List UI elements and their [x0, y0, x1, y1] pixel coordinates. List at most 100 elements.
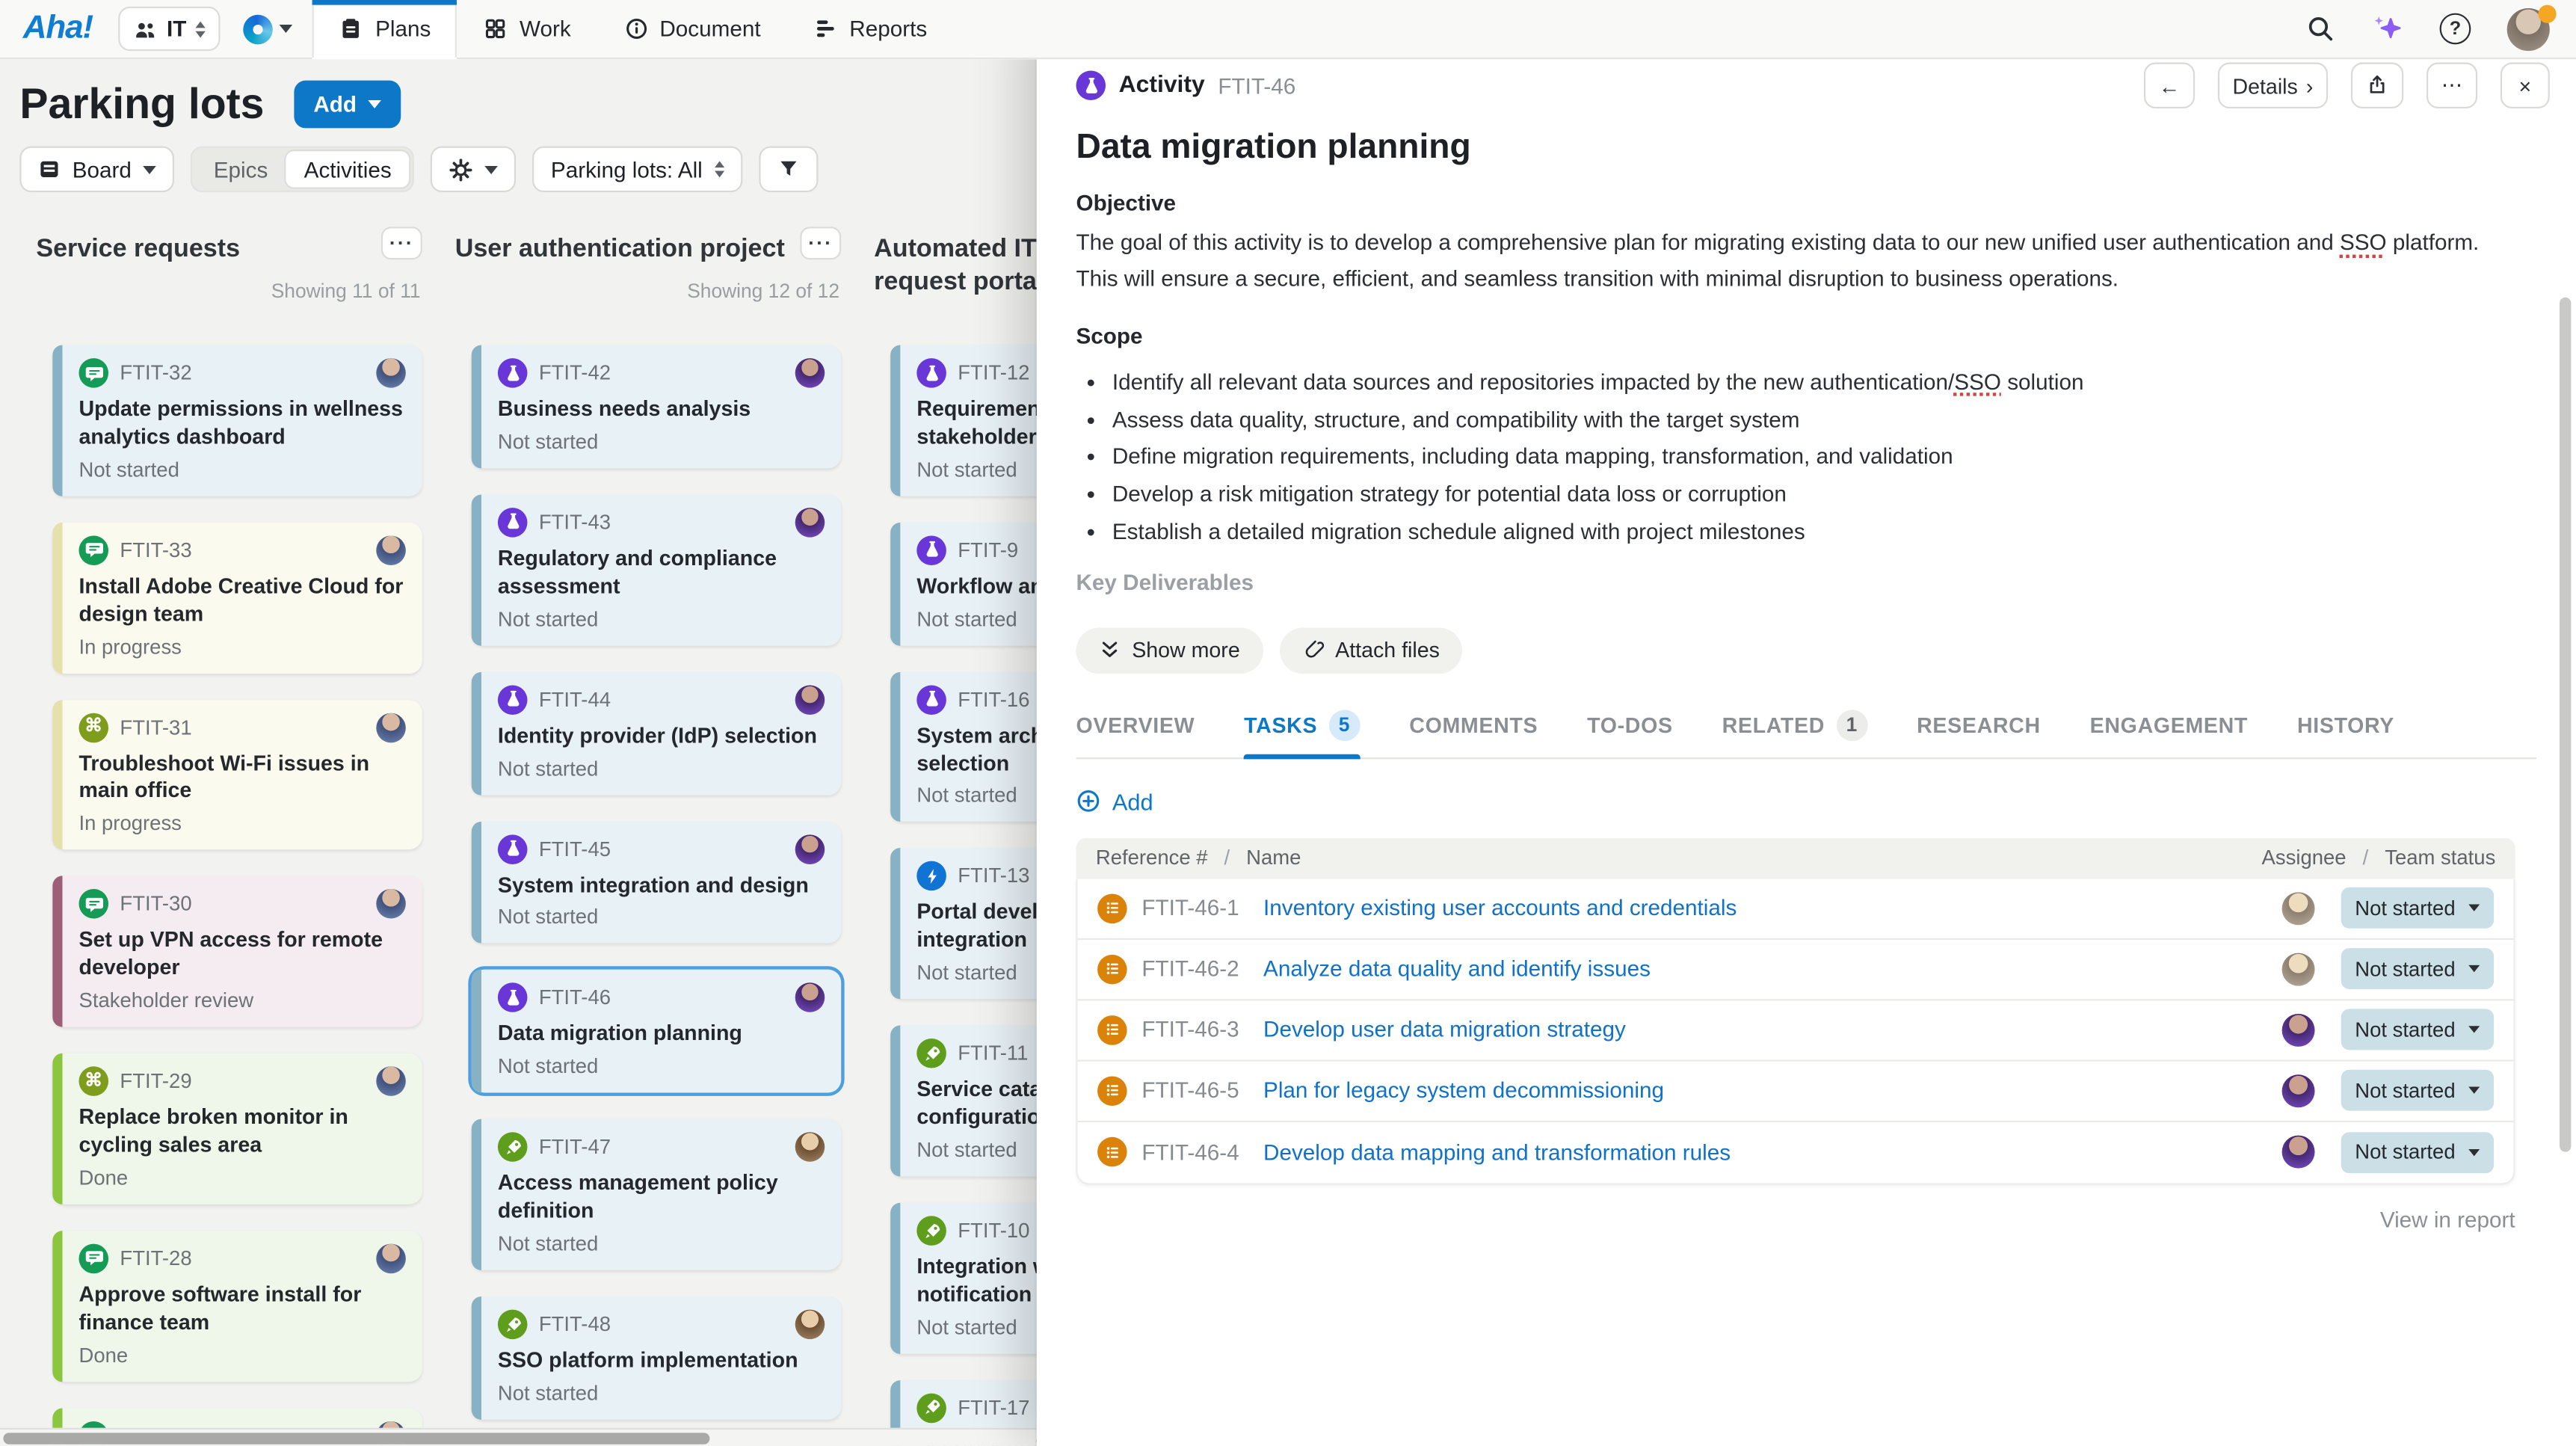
board-card[interactable]: ⌘ FTIT-31 Troubleshoot Wi-Fi issues in m…	[52, 699, 422, 850]
board-card[interactable]: ⌘ FTIT-32 Update permissions in wellness…	[52, 345, 422, 496]
board-icon	[38, 158, 61, 181]
team-status-dropdown[interactable]: Not started	[2341, 1070, 2494, 1111]
board-card[interactable]: ⌘ FTIT-47 Access management policy defin…	[472, 1119, 841, 1270]
scope-item: Identify all relevant data sources and r…	[1112, 368, 2536, 397]
drawer-tab[interactable]: TO-DOS	[1587, 710, 1673, 757]
notification-dot	[2538, 4, 2556, 22]
team-status-dropdown[interactable]: Not started	[2341, 1009, 2494, 1050]
task-row[interactable]: FTIT-46-1 Inventory existing user accoun…	[1078, 879, 2514, 939]
drawer-tab[interactable]: TASKS 5	[1244, 710, 1360, 757]
board-card[interactable]: ⌘ FTIT-42 Business needs analysis Not st…	[472, 345, 841, 469]
column-more-button[interactable]: ···	[800, 227, 841, 259]
workspace-selector[interactable]: IT	[119, 7, 221, 51]
task-ref: FTIT-46-5	[1141, 1078, 1263, 1103]
card-status: Done	[78, 1166, 405, 1190]
card-status: Not started	[498, 757, 825, 780]
search-icon[interactable]	[2307, 15, 2335, 43]
task-row[interactable]: FTIT-46-2 Analyze data quality and ident…	[1078, 940, 2514, 1000]
board-card[interactable]: ⌘ FTIT-45 System integration and design …	[472, 821, 841, 944]
back-button[interactable]: ←	[2144, 63, 2195, 109]
product-switcher[interactable]	[244, 14, 293, 44]
horizontal-scrollbar[interactable]	[0, 1428, 1037, 1446]
board-card[interactable]: ⌘ FTIT-44 Identity provider (IdP) select…	[472, 671, 841, 795]
task-name-link[interactable]: Develop user data migration strategy	[1263, 1018, 1626, 1042]
team-status-dropdown[interactable]: Not started	[2341, 949, 2494, 990]
filter-button[interactable]	[758, 147, 817, 193]
record-type-icon: ⌘	[498, 1310, 528, 1340]
drawer-tab[interactable]: OVERVIEW	[1076, 710, 1195, 757]
record-type-icon: ⌘	[498, 834, 528, 864]
record-ref: FTIT-46	[1218, 73, 1295, 98]
chevron-down-icon	[2468, 1027, 2479, 1033]
record-type-icon: ⌘	[916, 685, 946, 715]
avatar	[376, 1243, 406, 1273]
nav-tab-work[interactable]: Work	[457, 0, 597, 58]
activity-type-icon	[1076, 71, 1106, 101]
avatar	[376, 890, 406, 920]
column-more-button[interactable]: ···	[381, 227, 422, 259]
ai-sparkle-icon[interactable]	[2370, 12, 2403, 45]
add-button[interactable]: Add	[294, 81, 401, 129]
attach-files-button[interactable]: Attach files	[1279, 627, 1462, 674]
more-options-button[interactable]: ⋯	[2426, 63, 2477, 109]
drawer-tab[interactable]: RELATED 1	[1722, 710, 1868, 757]
scrollbar-thumb[interactable]	[3, 1433, 709, 1444]
board-card[interactable]: ⌘ FTIT-48 SSO platform implementation No…	[472, 1296, 841, 1420]
drawer-scrollbar-thumb[interactable]	[2560, 298, 2571, 1152]
parking-lots-filter-select[interactable]: Parking lots: All	[533, 147, 742, 193]
task-name-link[interactable]: Analyze data quality and identify issues	[1263, 957, 1651, 982]
task-row[interactable]: FTIT-46-3 Develop user data migration st…	[1078, 1000, 2514, 1061]
record-type-icon: ⌘	[916, 535, 946, 565]
card-title: Business needs analysis	[498, 396, 825, 424]
drawer-tab[interactable]: ENGAGEMENT	[2090, 710, 2248, 757]
card-title: Replace broken monitor in cycling sales …	[78, 1104, 405, 1160]
board-view-button[interactable]: Board	[19, 147, 174, 193]
record-type-icon: ⌘	[78, 358, 108, 388]
column-title: User authentication project	[455, 200, 843, 266]
card-title: Identity provider (IdP) selection	[498, 722, 825, 750]
drawer-tab[interactable]: COMMENTS	[1409, 710, 1538, 757]
card-status: Not started	[498, 906, 825, 929]
show-more-button[interactable]: Show more	[1076, 627, 1263, 674]
close-button[interactable]: ×	[2500, 63, 2550, 109]
settings-button[interactable]	[431, 147, 516, 193]
nav-tab-plans[interactable]: Plans	[313, 0, 457, 59]
gear-icon	[449, 157, 474, 182]
board-card[interactable]: ⌘ FTIT-28 Approve software install for f…	[52, 1231, 422, 1382]
board-card[interactable]: ⌘ FTIT-29 Replace broken monitor in cycl…	[52, 1053, 422, 1205]
view-in-report-link[interactable]: View in report	[1076, 1207, 2515, 1232]
share-button[interactable]	[2351, 63, 2403, 109]
assignee-avatar	[2282, 953, 2315, 985]
nav-tabs: Plans Work Document Reports	[313, 0, 954, 58]
team-status-dropdown[interactable]: Not started	[2341, 1132, 2494, 1173]
board-card[interactable]: ⌘ FTIT-43 Regulatory and compliance asse…	[472, 494, 841, 645]
workspace-label: IT	[167, 16, 186, 41]
board-card[interactable]: ⌘ FTIT-33 Install Adobe Creative Cloud f…	[52, 522, 422, 673]
toggle-activities[interactable]: Activities	[286, 151, 410, 187]
task-row[interactable]: FTIT-46-4 Develop data mapping and trans…	[1078, 1122, 2514, 1183]
user-avatar[interactable]	[2507, 7, 2550, 50]
task-ref: FTIT-46-1	[1141, 896, 1263, 920]
drawer-tab[interactable]: HISTORY	[2297, 710, 2394, 757]
task-name-link[interactable]: Develop data mapping and transformation …	[1263, 1140, 1731, 1165]
add-task-label: Add	[1112, 788, 1153, 814]
scope-item: Define migration requirements, including…	[1112, 443, 2536, 472]
toggle-epics[interactable]: Epics	[196, 151, 286, 187]
board-card[interactable]: ⌘ FTIT-30 Set up VPN access for remote d…	[52, 876, 422, 1027]
nav-tab-document[interactable]: Document	[597, 0, 787, 58]
drawer-tab[interactable]: RESEARCH	[1917, 710, 2041, 757]
task-name-link[interactable]: Plan for legacy system decommissioning	[1263, 1078, 1664, 1103]
board-card[interactable]: ⌘ FTIT-46 Data migration planning Not st…	[472, 970, 841, 1094]
task-name-link[interactable]: Inventory existing user accounts and cre…	[1263, 896, 1737, 920]
people-icon	[134, 17, 157, 40]
avatar	[795, 834, 825, 864]
add-task-button[interactable]: Add	[1076, 788, 1191, 814]
task-row[interactable]: FTIT-46-5 Plan for legacy system decommi…	[1078, 1061, 2514, 1122]
help-icon[interactable]: ?	[2440, 13, 2471, 45]
team-status-dropdown[interactable]: Not started	[2341, 887, 2494, 929]
nav-tab-reports[interactable]: Reports	[787, 0, 954, 58]
details-button[interactable]: Details›	[2218, 63, 2328, 109]
avatar	[795, 1133, 825, 1163]
column-title: Service requests	[36, 200, 424, 266]
card-title: Regulatory and compliance assessment	[498, 545, 825, 600]
